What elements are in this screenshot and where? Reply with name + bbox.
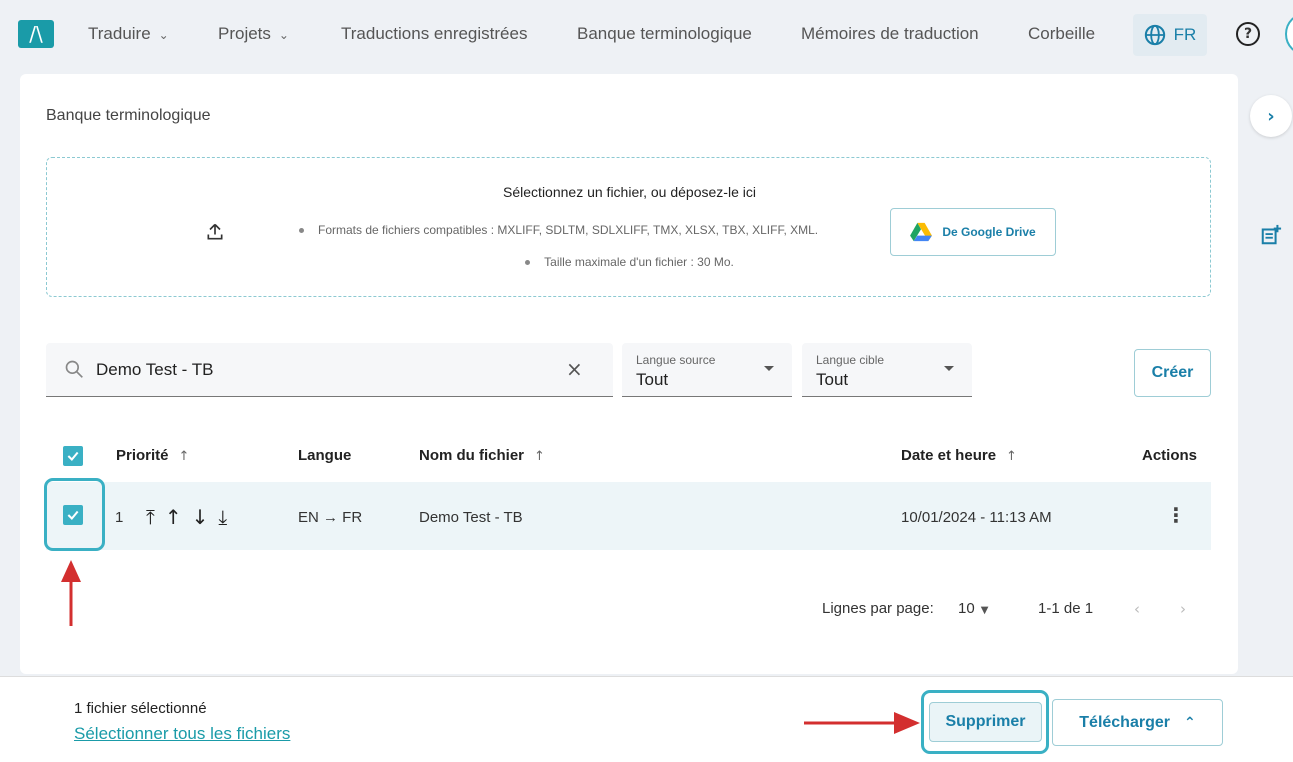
move-down-icon[interactable]: ↓ [192, 505, 209, 529]
column-header-filename[interactable]: Nom du fichier ↑ [419, 447, 545, 464]
column-header-actions: Actions [1142, 447, 1198, 464]
dropzone-max-size: Taille maximale d'un fichier : 30 Mo. [47, 255, 1212, 269]
column-header-priority[interactable]: Priorité ↑ [116, 447, 189, 464]
select-all-link[interactable]: Sélectionner tous les fichiers [74, 724, 290, 744]
top-nav: /\ Traduire ⌄ Projets ⌄ Traductions enregi… [0, 0, 1293, 70]
rows-per-page-label: Lignes par page: [822, 600, 934, 617]
avatar[interactable] [1285, 12, 1293, 56]
add-note-icon[interactable] [1260, 224, 1282, 246]
selected-count: 1 fichier sélectionné [74, 700, 207, 717]
column-header-language: Langue [298, 447, 352, 464]
delete-button[interactable]: Supprimer [929, 702, 1042, 742]
clear-icon[interactable]: × [566, 357, 583, 381]
search-value: Demo Test - TB [96, 360, 214, 379]
annotation-arrow-right [804, 712, 920, 734]
nav-item-projects[interactable]: Projets ⌄ [218, 24, 289, 44]
google-drive-button[interactable]: De Google Drive [890, 208, 1056, 256]
nav-item-saved-translations[interactable]: Traductions enregistrées [341, 24, 527, 44]
dropdown-arrow-icon [944, 366, 954, 371]
sort-up-icon: ↑ [1006, 449, 1017, 464]
download-button[interactable]: Télécharger ⌃ [1052, 699, 1223, 746]
dropdown-arrow-icon: ▼ [980, 605, 989, 616]
help-icon[interactable]: ? [1236, 22, 1260, 46]
nav-item-translate[interactable]: Traduire ⌄ [88, 24, 169, 44]
upload-icon [207, 223, 223, 240]
nav-item-trash[interactable]: Corbeille [1028, 24, 1095, 44]
row-filename: Demo Test - TB [419, 509, 523, 526]
search-icon [65, 360, 83, 378]
search-input[interactable]: Demo Test - TB × [46, 343, 613, 397]
move-to-bottom-icon[interactable]: ⤓ [218, 505, 227, 529]
page-range: 1-1 de 1 [1038, 600, 1094, 617]
file-dropzone[interactable]: Sélectionnez un fichier, ou déposez-le i… [46, 157, 1211, 297]
globe-icon [1144, 24, 1165, 46]
google-drive-icon [910, 222, 933, 242]
row-datetime: 10/01/2024 - 11:13 AM [901, 509, 1052, 526]
select-all-checkbox[interactable] [63, 446, 83, 466]
chevron-right-icon: › [1267, 105, 1275, 127]
sort-up-icon: ↑ [178, 449, 190, 464]
language-label: FR [1173, 25, 1197, 44]
move-up-icon[interactable]: ↑ [165, 505, 182, 529]
annotation-arrow-up [61, 560, 81, 626]
checkbox-highlight [44, 478, 105, 551]
page-title: Banque terminologique [46, 107, 211, 124]
target-language-select[interactable]: Langue cible Tout [802, 343, 972, 397]
sort-up-icon: ↑ [534, 449, 545, 464]
chevron-down-icon: ⌄ [158, 28, 169, 42]
priority-controls: ⤒ ↑ ↓ ⤓ [146, 505, 227, 529]
nav-item-translation-memories[interactable]: Mémoires de traduction [801, 24, 979, 44]
more-actions-icon[interactable]: ⋮ [1166, 505, 1186, 525]
chevron-down-icon: ⌄ [278, 28, 289, 42]
nav-item-termbase[interactable]: Banque terminologique [577, 24, 752, 44]
dropzone-formats: Formats de fichiers compatibles : MXLIFF… [299, 223, 818, 237]
app-logo[interactable]: /\ [18, 20, 54, 48]
previous-page-icon[interactable]: ‹ [1134, 600, 1140, 618]
row-language: EN → FR [298, 509, 363, 526]
row-priority: 1 [115, 509, 124, 526]
chevron-up-icon: ⌃ [1183, 714, 1196, 731]
create-button[interactable]: Créer [1134, 349, 1211, 397]
move-to-top-icon[interactable]: ⤒ [146, 505, 155, 529]
next-page-icon[interactable]: › [1180, 600, 1186, 618]
check-icon [67, 451, 79, 462]
column-header-datetime[interactable]: Date et heure ↑ [901, 447, 1017, 464]
dropzone-title: Sélectionnez un fichier, ou déposez-le i… [503, 184, 756, 200]
rows-per-page-select[interactable]: 10 ▼ [958, 600, 988, 617]
language-button[interactable]: FR [1133, 14, 1207, 56]
side-panel [1240, 74, 1293, 674]
expand-panel-button[interactable]: › [1250, 95, 1292, 137]
source-language-select[interactable]: Langue source Tout [622, 343, 792, 397]
dropdown-arrow-icon [764, 366, 774, 371]
